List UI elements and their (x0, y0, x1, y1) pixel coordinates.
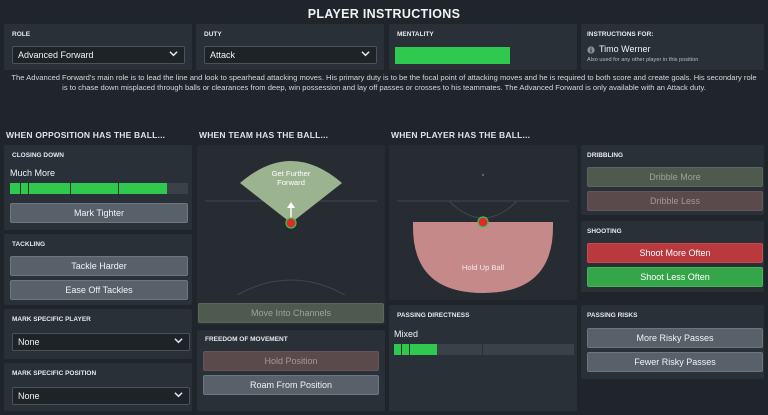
duty-label: DUTY (204, 31, 222, 38)
dribble-less-button[interactable]: Dribble Less (587, 191, 763, 211)
passing-risks-label: PASSING RISKS (587, 312, 638, 319)
slider-tick (401, 344, 402, 355)
mark-tighter-button[interactable]: Mark Tighter (10, 203, 188, 223)
instructions-for-label: INSTRUCTIONS FOR: (587, 31, 654, 38)
tackle-harder-button[interactable]: Tackle Harder (10, 256, 188, 276)
player-pitch (397, 173, 569, 293)
mark-player-select[interactable]: None (12, 333, 190, 351)
instructions-for-panel: INSTRUCTIONS FOR: Timo Werner Also used … (581, 24, 764, 70)
mark-position-panel: MARK SPECIFIC POSITION None (4, 363, 192, 411)
shooting-panel: SHOOTING Shoot More Often Shoot Less Oft… (581, 221, 764, 292)
closing-down-label: CLOSING DOWN (12, 152, 64, 159)
chevron-down-icon (361, 51, 370, 57)
slider-tick (482, 344, 483, 355)
mark-position-select[interactable]: None (12, 387, 190, 405)
section-team-header: WHEN TEAM HAS THE BALL... (199, 130, 329, 140)
passing-risks-panel: PASSING RISKS More Risky Passes Fewer Ri… (581, 305, 764, 379)
chevron-down-icon (169, 51, 178, 57)
roam-from-position-button[interactable]: Roam From Position (203, 375, 379, 395)
role-select[interactable]: Advanced Forward (12, 46, 185, 64)
slider-tick (20, 183, 21, 194)
player-pitch-panel: Hold Up Ball (389, 145, 577, 300)
duty-select-value: Attack (210, 50, 236, 60)
hold-up-ball-zone[interactable] (413, 222, 553, 293)
mentality-panel: MENTALITY (389, 24, 577, 70)
chevron-down-icon (174, 338, 183, 344)
duty-select[interactable]: Attack (204, 46, 377, 64)
mentality-label: MENTALITY (397, 31, 434, 38)
player-name[interactable]: Timo Werner (599, 44, 651, 54)
player-marker (285, 217, 297, 229)
slider-tick (409, 344, 410, 355)
shooting-label: SHOOTING (587, 228, 622, 235)
mentality-bar (395, 47, 510, 64)
info-icon (587, 46, 595, 54)
get-further-forward-label: Get Further Forward (271, 169, 311, 187)
team-pitch-panel: Get Further Forward Move Into Channels (197, 145, 385, 325)
player-note: Also used for any other player in this p… (587, 57, 699, 63)
role-label: ROLE (12, 31, 31, 38)
mark-player-label: MARK SPECIFIC PLAYER (12, 316, 91, 323)
duty-panel: DUTY Attack (196, 24, 384, 70)
closing-down-panel: CLOSING DOWN Much More Mark Tighter (4, 145, 192, 230)
dribbling-panel: DRIBBLING Dribble More Dribble Less (581, 145, 764, 215)
dribbling-label: DRIBBLING (587, 152, 624, 159)
role-panel: ROLE Advanced Forward (4, 24, 192, 70)
passing-directness-value: Mixed (394, 329, 419, 339)
move-into-channels-button[interactable]: Move Into Channels (198, 303, 384, 323)
player-marker (477, 216, 489, 228)
fewer-risky-passes-button[interactable]: Fewer Risky Passes (587, 352, 763, 372)
slider-tick (70, 183, 71, 194)
role-description: The Advanced Forward's main role is to l… (11, 73, 757, 92)
freedom-panel: FREEDOM OF MOVEMENT Hold Position Roam F… (197, 330, 385, 411)
passing-directness-panel: PASSING DIRECTNESS Mixed (389, 305, 577, 411)
tackling-panel: TACKLING Tackle Harder Ease Off Tackles (4, 234, 192, 305)
closing-down-slider[interactable] (10, 183, 188, 194)
shoot-more-often-button[interactable]: Shoot More Often (587, 243, 763, 263)
mentality-bar-fill (395, 47, 510, 64)
tackling-label: TACKLING (12, 241, 46, 248)
freedom-label: FREEDOM OF MOVEMENT (205, 336, 288, 343)
mark-player-panel: MARK SPECIFIC PLAYER None (4, 309, 192, 359)
closing-down-value: Much More (10, 168, 56, 178)
section-opposition-header: WHEN OPPOSITION HAS THE BALL... (6, 130, 166, 140)
hold-position-button[interactable]: Hold Position (203, 351, 379, 371)
ease-off-tackles-button[interactable]: Ease Off Tackles (10, 280, 188, 300)
hold-up-ball-label: Hold Up Ball (461, 263, 505, 272)
slider-tick (118, 183, 119, 194)
mark-player-value: None (18, 337, 40, 347)
shoot-less-often-button[interactable]: Shoot Less Often (587, 267, 763, 287)
role-select-value: Advanced Forward (18, 50, 94, 60)
passing-directness-slider[interactable] (394, 344, 574, 355)
passing-directness-label: PASSING DIRECTNESS (397, 312, 470, 319)
closing-down-slider-fill (10, 183, 167, 194)
mark-position-value: None (18, 391, 40, 401)
more-risky-passes-button[interactable]: More Risky Passes (587, 328, 763, 348)
mark-position-label: MARK SPECIFIC POSITION (12, 370, 97, 377)
chevron-down-icon (174, 392, 183, 398)
section-player-header: WHEN PLAYER HAS THE BALL... (391, 130, 531, 140)
dribble-more-button[interactable]: Dribble More (587, 167, 763, 187)
slider-tick (28, 183, 29, 194)
